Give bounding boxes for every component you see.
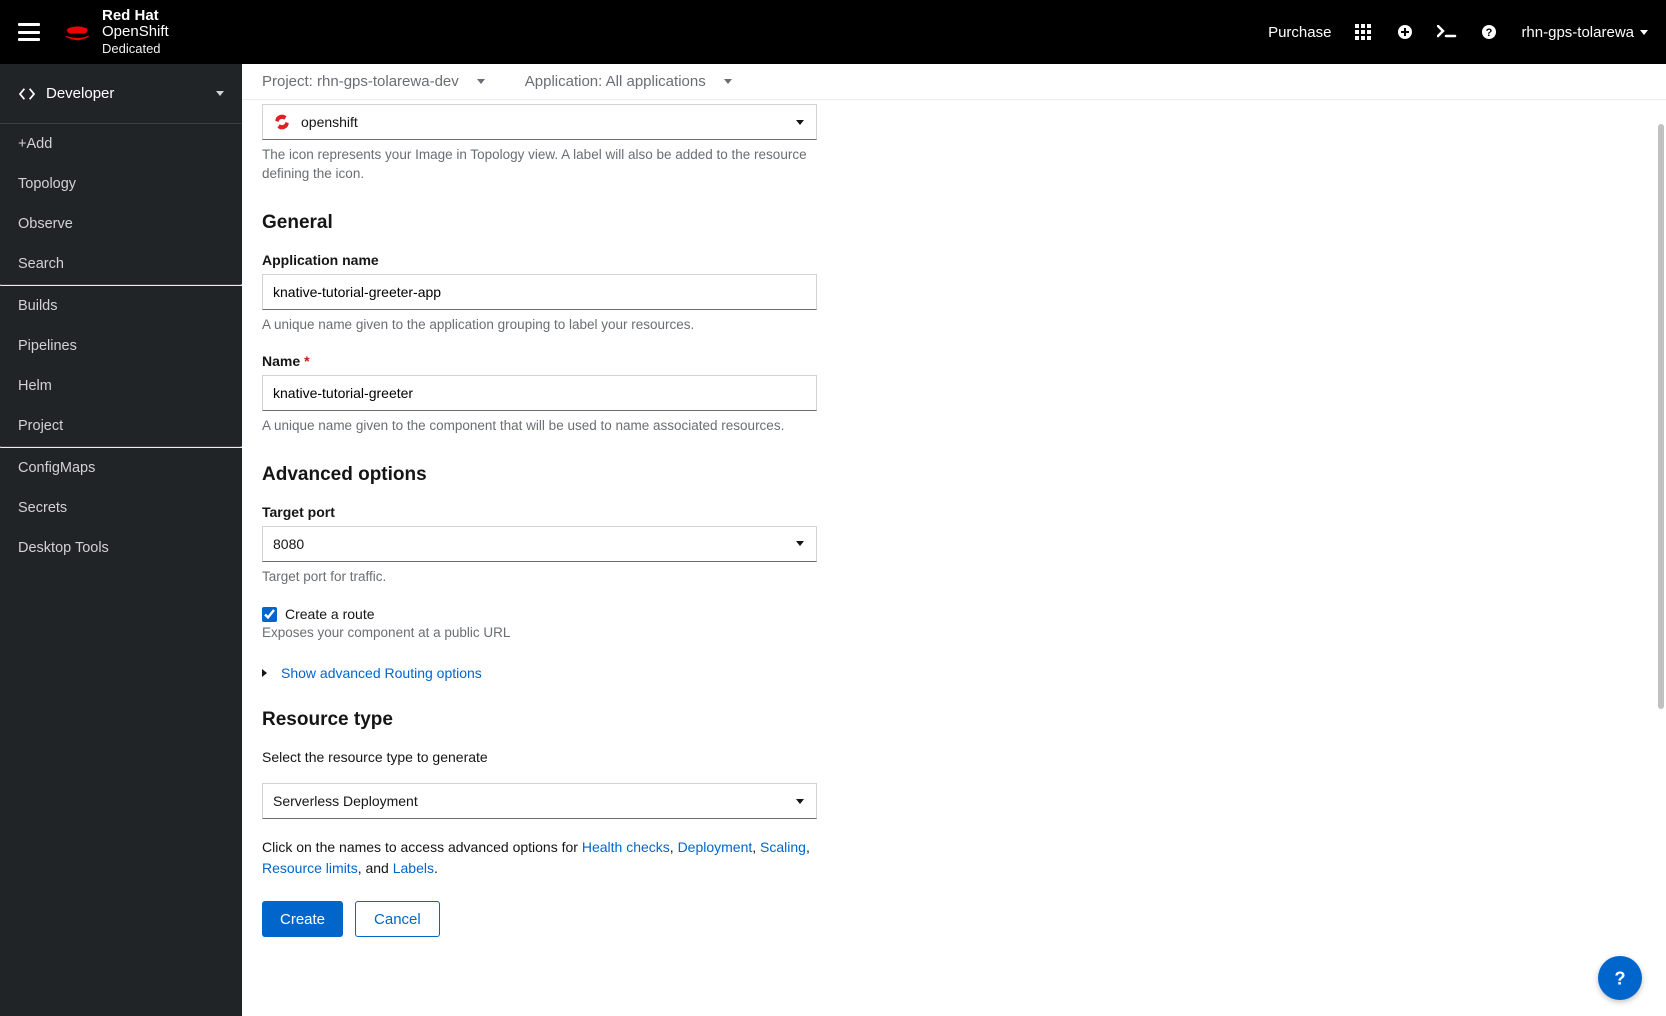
chevron-right-icon	[262, 669, 267, 677]
masthead-toolbar: Purchase ? rhn-gps-tolarewa	[1268, 22, 1648, 42]
routing-options-label: Show advanced Routing options	[281, 665, 482, 681]
routing-options-toggle[interactable]: Show advanced Routing options	[262, 665, 817, 681]
application-selector[interactable]: Application: All applications	[525, 73, 732, 90]
purchase-link[interactable]: Purchase	[1268, 24, 1331, 41]
resource-type-select[interactable]: Serverless Deployment	[262, 783, 817, 819]
cancel-button[interactable]: Cancel	[355, 901, 440, 937]
sidebar-nav: Developer +Add Topology Observe Search B…	[0, 64, 242, 1016]
user-menu[interactable]: rhn-gps-tolarewa	[1521, 24, 1648, 41]
scrollbar[interactable]	[1658, 124, 1664, 936]
create-route-help: Exposes your component at a public URL	[262, 624, 817, 643]
sidebar-item-helm[interactable]: Helm	[0, 366, 242, 406]
caret-down-icon	[796, 541, 804, 546]
perspective-switcher[interactable]: Developer	[0, 64, 242, 124]
openshift-icon	[273, 113, 291, 131]
code-icon	[18, 87, 36, 101]
caret-down-icon	[724, 79, 732, 84]
section-heading-general: General	[262, 212, 817, 234]
terminal-icon	[1437, 25, 1457, 39]
name-help: A unique name given to the component tha…	[262, 417, 817, 436]
nav-toggle-button[interactable]	[18, 23, 40, 41]
target-port-value: 8080	[273, 536, 304, 552]
sidebar-item-configmaps[interactable]: ConfigMaps	[0, 448, 242, 488]
link-labels[interactable]: Labels	[393, 860, 434, 876]
icon-select[interactable]: openshift	[262, 104, 817, 140]
app-name-input[interactable]	[262, 274, 817, 310]
redhat-fedora-icon	[64, 22, 92, 42]
caret-down-icon	[1640, 30, 1648, 35]
name-input[interactable]	[262, 375, 817, 411]
question-circle-icon: ?	[1481, 24, 1497, 40]
sidebar-item-add[interactable]: +Add	[0, 124, 242, 164]
plus-circle-icon	[1397, 24, 1413, 40]
sidebar-item-search[interactable]: Search	[0, 244, 242, 284]
target-port-select[interactable]: 8080	[262, 526, 817, 562]
sidebar-item-builds[interactable]: Builds	[0, 286, 242, 326]
section-heading-resource-type: Resource type	[262, 709, 817, 731]
create-button[interactable]: Create	[262, 901, 343, 937]
target-port-help: Target port for traffic.	[262, 568, 817, 587]
brand-logo[interactable]: Red Hat OpenShift Dedicated	[64, 8, 169, 56]
app-name-label: Application name	[262, 252, 817, 268]
link-deployment[interactable]: Deployment	[678, 839, 753, 855]
grid-icon	[1355, 24, 1371, 40]
caret-down-icon	[477, 79, 485, 84]
target-port-label: Target port	[262, 504, 817, 520]
resource-type-value: Serverless Deployment	[273, 793, 418, 809]
perspective-label: Developer	[46, 85, 114, 102]
help-button[interactable]: ?	[1479, 22, 1499, 42]
import-button[interactable]	[1395, 22, 1415, 42]
sidebar-item-project[interactable]: Project	[0, 406, 242, 446]
project-selector[interactable]: Project: rhn-gps-tolarewa-dev	[262, 73, 485, 90]
sidebar-item-secrets[interactable]: Secrets	[0, 488, 242, 528]
link-scaling[interactable]: Scaling	[760, 839, 806, 855]
resource-type-intro: Select the resource type to generate	[262, 749, 817, 765]
main-content: Project: rhn-gps-tolarewa-dev Applicatio…	[242, 64, 1666, 1016]
caret-down-icon	[796, 120, 804, 125]
advanced-links-para: Click on the names to access advanced op…	[262, 837, 817, 879]
icon-help-text: The icon represents your Image in Topolo…	[262, 146, 817, 184]
sidebar-item-desktop-tools[interactable]: Desktop Tools	[0, 528, 242, 568]
caret-down-icon	[216, 91, 224, 96]
caret-down-icon	[796, 799, 804, 804]
sidebar-item-topology[interactable]: Topology	[0, 164, 242, 204]
quick-help-button[interactable]: ?	[1598, 956, 1642, 1000]
name-label: Name*	[262, 353, 817, 369]
icon-select-value: openshift	[301, 114, 358, 130]
app-launcher-button[interactable]	[1353, 22, 1373, 42]
context-bar: Project: rhn-gps-tolarewa-dev Applicatio…	[242, 64, 1666, 100]
sidebar-item-observe[interactable]: Observe	[0, 204, 242, 244]
sidebar-item-pipelines[interactable]: Pipelines	[0, 326, 242, 366]
create-route-label: Create a route	[285, 606, 375, 622]
link-resource-limits[interactable]: Resource limits	[262, 860, 358, 876]
create-route-checkbox[interactable]	[262, 607, 277, 622]
svg-text:?: ?	[1486, 27, 1493, 39]
terminal-button[interactable]	[1437, 22, 1457, 42]
link-health-checks[interactable]: Health checks	[582, 839, 670, 855]
svg-text:?: ?	[1614, 967, 1625, 988]
app-name-help: A unique name given to the application g…	[262, 316, 817, 335]
question-icon: ?	[1609, 967, 1631, 989]
required-indicator: *	[304, 353, 309, 369]
scrollbar-thumb[interactable]	[1658, 124, 1664, 709]
section-heading-advanced: Advanced options	[262, 464, 817, 486]
masthead: Red Hat OpenShift Dedicated Purchase ? r…	[0, 0, 1666, 64]
